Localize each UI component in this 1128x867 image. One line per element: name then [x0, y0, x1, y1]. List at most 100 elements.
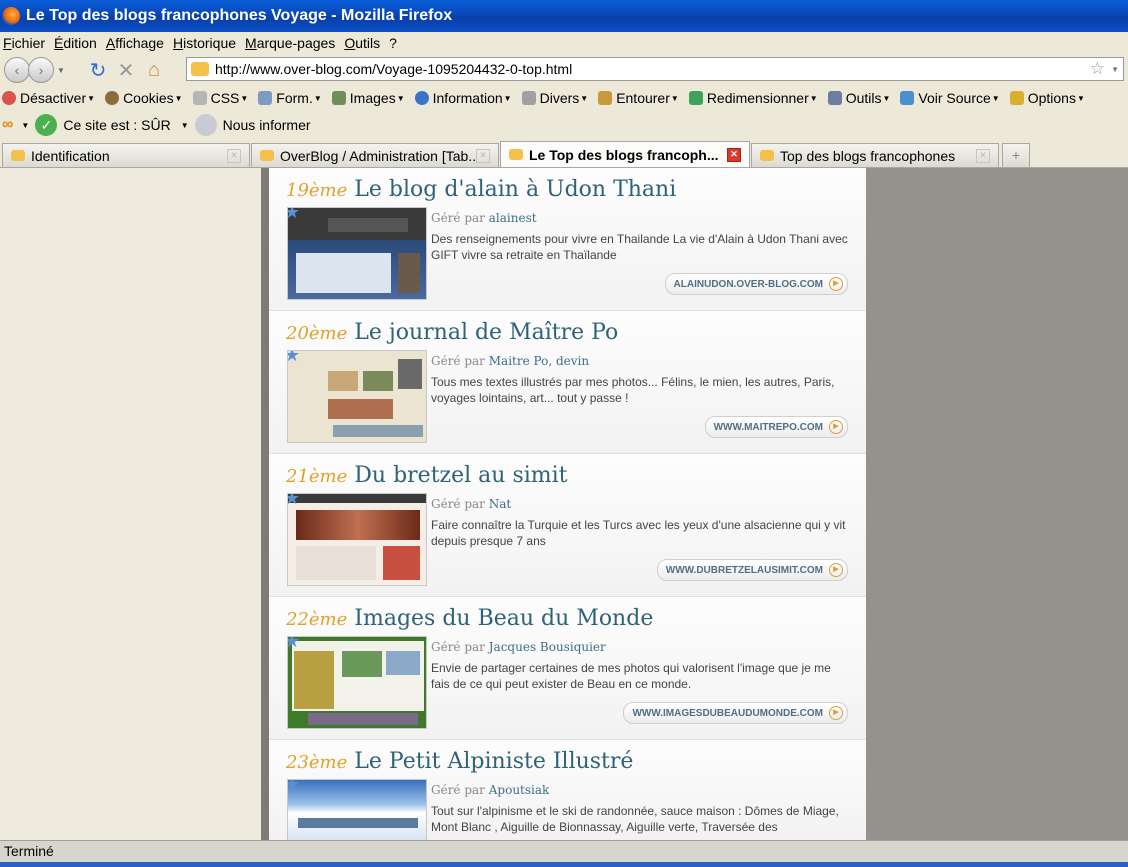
toolbar-item-options[interactable]: Options ▼ [1008, 90, 1085, 106]
resize-icon [688, 91, 703, 105]
tab-overblog-administration[interactable]: OverBlog / Administration [Tab... ✕ [251, 143, 499, 167]
entry-title-link[interactable]: Images du Beau du Monde [354, 606, 653, 631]
blog-thumbnail[interactable]: ★ [287, 207, 427, 300]
wot-dropdown-icon[interactable]: ▼ [21, 121, 29, 130]
stop-icon[interactable]: ✕ [112, 57, 140, 83]
entry-rank: 20ème [286, 323, 348, 344]
toolbar-item-css[interactable]: CSS ▼ [191, 90, 248, 106]
featured-star-icon: ★ [288, 208, 300, 223]
entry-title-link[interactable]: Du bretzel au simit [354, 463, 567, 488]
menu-outils[interactable]: Outils [344, 35, 380, 51]
list-item: 19ème Le blog d'alain à Udon Thani ★ Gér… [269, 168, 866, 311]
home-icon[interactable]: ⌂ [140, 57, 168, 83]
author-link[interactable]: Nat [489, 497, 511, 511]
tab-close-icon[interactable]: ✕ [476, 148, 490, 163]
menu-fichier[interactable]: Fichier [3, 35, 45, 51]
author-link[interactable]: Jacques Bousiquier [489, 640, 606, 654]
tab-top-blogs[interactable]: Top des blogs francophones ✕ [751, 143, 999, 167]
blog-thumbnail[interactable]: ★ [287, 493, 427, 586]
new-tab-button[interactable]: + [1002, 143, 1030, 167]
toolbar-item-voir-source[interactable]: Voir Source ▼ [898, 90, 1000, 106]
author-link[interactable]: Maitre Po, devin [489, 354, 589, 368]
dropdown-arrow-icon: ▼ [882, 93, 891, 103]
managed-by: Géré par alainest [431, 211, 537, 225]
toolbar-label: CSS [210, 90, 240, 106]
tab-close-icon[interactable]: ✕ [976, 148, 990, 163]
entry-description: Tous mes textes illustrés par mes photos… [431, 375, 835, 405]
toolbar-item-divers[interactable]: Divers ▼ [520, 90, 589, 106]
dropdown-arrow-icon: ▼ [809, 93, 818, 103]
toolbar-item-entourer[interactable]: Entourer ▼ [596, 90, 679, 106]
tab-top-blogs-voyage[interactable]: Le Top des blogs francoph... ✕ [500, 141, 750, 167]
forward-button[interactable]: › [28, 57, 54, 83]
blog-thumbnail[interactable]: ★ [287, 779, 427, 840]
toolbar-item-images[interactable]: Images ▼ [330, 90, 405, 106]
wot-logo-icon[interactable]: ∞ [2, 116, 13, 134]
featured-star-icon: ★ [288, 780, 300, 795]
blog-thumbnail[interactable]: ★ [287, 350, 427, 443]
toolbar-label: Divers [539, 90, 580, 106]
right-background [866, 168, 1128, 840]
tab-favicon-icon [11, 150, 25, 161]
tab-close-icon[interactable]: ✕ [227, 148, 241, 163]
menu-historique[interactable]: Historique [173, 35, 236, 51]
dropdown-arrow-icon: ▼ [503, 93, 512, 103]
entry-title-link[interactable]: Le journal de Maître Po [354, 320, 618, 345]
tab-identification[interactable]: Identification ✕ [2, 143, 250, 167]
back-button[interactable]: ‹ [4, 57, 30, 83]
blog-thumbnail[interactable]: ★ [287, 636, 427, 729]
tab-label: Le Top des blogs francoph... [529, 146, 719, 163]
toolbar-item-redimensionner[interactable]: Redimensionner ▼ [687, 90, 818, 106]
visit-site-button[interactable]: WWW.MAITREPO.COM ▶ [704, 416, 848, 438]
toolbar-label: Options [1027, 90, 1076, 106]
managed-by-label: Géré par [431, 354, 485, 368]
menu-marque-pages[interactable]: Marque-pages [245, 35, 335, 51]
tab-close-icon[interactable]: ✕ [727, 147, 741, 162]
author-link[interactable]: alainest [489, 211, 537, 225]
toolbar-item-cookies[interactable]: Cookies ▼ [103, 90, 183, 106]
dropdown-arrow-icon: ▼ [670, 93, 679, 103]
url-dropdown-icon[interactable]: ▼ [1111, 65, 1119, 74]
entry-heading[interactable]: 21ème Du bretzel au simit [286, 463, 568, 488]
list-item: 21ème Du bretzel au simit ★ Géré par Nat… [269, 454, 866, 597]
menu-help[interactable]: ? [389, 35, 397, 51]
visit-site-button[interactable]: WWW.DUBRETZELAUSIMIT.COM ▶ [656, 559, 848, 581]
dropdown-arrow-icon: ▼ [580, 93, 589, 103]
wot-status-dropdown-icon[interactable]: ▼ [181, 121, 189, 130]
toolbar-item-information[interactable]: Information ▼ [413, 90, 512, 106]
reload-icon[interactable]: ↻ [84, 57, 112, 83]
managed-by: Géré par Maitre Po, devin [431, 354, 589, 368]
dropdown-arrow-icon: ▼ [87, 93, 96, 103]
menu-affichage[interactable]: Affichage [106, 35, 164, 51]
visit-site-button[interactable]: ALAINUDON.OVER-BLOG.COM ▶ [664, 273, 848, 295]
entry-heading[interactable]: 20ème Le journal de Maître Po [286, 320, 618, 345]
address-bar[interactable]: http://www.over-blog.com/Voyage-10952044… [186, 57, 1124, 81]
wot-status-text[interactable]: Ce site est : SÛR [63, 117, 170, 133]
author-link[interactable]: Apoutsiak [489, 783, 550, 797]
entry-heading[interactable]: 19ème Le blog d'alain à Udon Thani [286, 177, 676, 202]
entry-description: Tout sur l'alpinisme et le ski de randon… [431, 804, 839, 834]
featured-star-icon: ★ [288, 351, 300, 366]
history-dropdown-icon[interactable]: ▼ [57, 66, 65, 75]
entry-title-link[interactable]: Le blog d'alain à Udon Thani [354, 177, 676, 202]
menu-edition[interactable]: Édition [54, 35, 97, 51]
list-item: 20ème Le journal de Maître Po ★ Géré par… [269, 311, 866, 454]
toolbar-label: Form. [276, 90, 313, 106]
entry-heading[interactable]: 23ème Le Petit Alpiniste Illustré [286, 749, 633, 774]
toolbar-item-form[interactable]: Form. ▼ [256, 90, 322, 106]
toolbar-label: Images [349, 90, 396, 106]
bookmark-star-icon[interactable]: ☆ [1090, 59, 1105, 79]
dropdown-arrow-icon: ▼ [1076, 93, 1085, 103]
toolbar-label: Outils [845, 90, 882, 106]
entry-heading[interactable]: 22ème Images du Beau du Monde [286, 606, 653, 631]
toolbar-item-outils[interactable]: Outils ▼ [826, 90, 891, 106]
css-icon [192, 91, 207, 105]
wot-inform-link[interactable]: Nous informer [223, 117, 311, 133]
toolbar-item-desactiver[interactable]: Désactiver ▼ [0, 90, 95, 106]
entry-description: Des renseignements pour vivre en Thailan… [431, 232, 848, 262]
toolbar-label: Cookies [123, 90, 174, 106]
form-icon [258, 91, 273, 105]
tab-favicon-icon [509, 149, 523, 160]
entry-title-link[interactable]: Le Petit Alpiniste Illustré [354, 749, 633, 774]
visit-site-button[interactable]: WWW.IMAGESDUBEAUDUMONDE.COM ▶ [623, 702, 848, 724]
